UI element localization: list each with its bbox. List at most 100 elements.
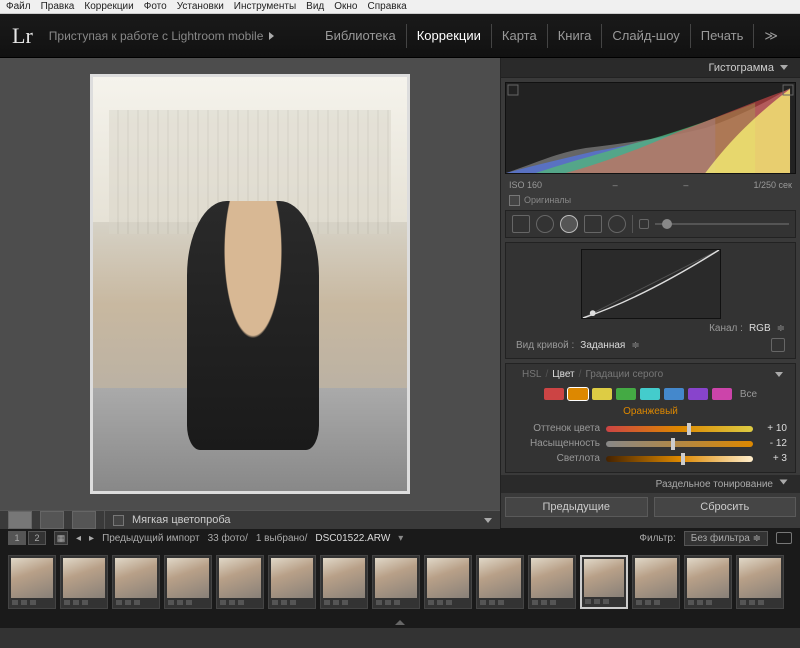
- menu-edit[interactable]: Правка: [41, 1, 75, 12]
- thumbnail[interactable]: [268, 555, 316, 609]
- photo-viewport[interactable]: [0, 58, 500, 510]
- color-swatch-0[interactable]: [544, 388, 564, 400]
- histogram-chart[interactable]: [505, 82, 796, 174]
- grid-view-icon[interactable]: ▦: [54, 531, 68, 545]
- nav-back-icon[interactable]: ◂: [76, 533, 81, 544]
- compare-button[interactable]: [72, 511, 96, 529]
- histogram-panel-header[interactable]: Гистограмма: [501, 58, 800, 78]
- slider-track[interactable]: [606, 426, 753, 432]
- filter-preset-dropdown[interactable]: Без фильтра ≑: [684, 531, 768, 546]
- color-swatch-7[interactable]: [712, 388, 732, 400]
- panel-bottom-buttons: Предыдущие Сбросить: [501, 493, 800, 521]
- previous-button[interactable]: Предыдущие: [505, 497, 648, 517]
- color-swatch-2[interactable]: [592, 388, 612, 400]
- radial-tool-icon[interactable]: [608, 215, 626, 233]
- hsl-slider-row: Светлота + 3: [514, 451, 787, 466]
- filter-lock-icon[interactable]: [776, 532, 792, 544]
- lightroom-mobile-link[interactable]: Приступая к работе с Lightroom mobile: [49, 29, 315, 43]
- monitor-2[interactable]: 2: [28, 531, 46, 545]
- split-toning-header[interactable]: Раздельное тонирование: [501, 475, 800, 493]
- develop-panels: Гистограмма ISO 160 – – 1/250 сек Оригин…: [500, 58, 800, 528]
- tonecurve-panel: Канал : RGB ≑ Вид кривой : Заданная ≑: [505, 242, 796, 359]
- thumbnail[interactable]: [736, 555, 784, 609]
- color-swatch-3[interactable]: [616, 388, 636, 400]
- menu-develop[interactable]: Коррекции: [84, 1, 133, 12]
- menu-photo[interactable]: Фото: [144, 1, 167, 12]
- thumbnail[interactable]: [216, 555, 264, 609]
- tab-color[interactable]: Цвет: [552, 369, 574, 380]
- slider-value: + 10: [759, 423, 787, 434]
- point-curve-toggle-icon[interactable]: [771, 338, 785, 352]
- softproof-checkbox[interactable]: [113, 515, 124, 526]
- current-filename: DSC01522.ARW: [315, 533, 390, 544]
- spot-tool-icon[interactable]: [536, 215, 554, 233]
- loupe-toolbar: Мягкая цветопроба: [0, 510, 500, 529]
- before-after-button[interactable]: [40, 511, 64, 529]
- hsl-slider-row: Оттенок цвета + 10: [514, 421, 787, 436]
- gradient-tool-icon[interactable]: [584, 215, 602, 233]
- menu-file[interactable]: Файл: [6, 1, 31, 12]
- thumbnail[interactable]: [632, 555, 680, 609]
- photo-count: 33 фото/: [208, 533, 248, 544]
- color-swatch-4[interactable]: [640, 388, 660, 400]
- menu-window[interactable]: Окно: [334, 1, 357, 12]
- monitor-1[interactable]: 1: [8, 531, 26, 545]
- module-more[interactable]: ≫: [753, 24, 788, 48]
- thumbnail[interactable]: [320, 555, 368, 609]
- curvetype-value[interactable]: Заданная: [580, 340, 625, 351]
- tonecurve-graph[interactable]: [581, 249, 721, 319]
- menu-settings[interactable]: Установки: [177, 1, 224, 12]
- tool-slider[interactable]: [655, 223, 789, 225]
- redeye-tool-icon[interactable]: [560, 215, 578, 233]
- hsl-tabs: HSL / Цвет / Градации серого: [518, 365, 667, 384]
- all-colors-button[interactable]: Все: [740, 389, 757, 400]
- loupe-view-button[interactable]: [8, 511, 32, 529]
- menu-help[interactable]: Справка: [368, 1, 407, 12]
- meta-shutter: 1/250 сек: [721, 180, 792, 190]
- module-slideshow[interactable]: Слайд-шоу: [601, 24, 689, 48]
- thumbnail[interactable]: [476, 555, 524, 609]
- thumbnail[interactable]: [684, 555, 732, 609]
- curvetype-label: Вид кривой :: [516, 340, 574, 351]
- thumbnail[interactable]: [528, 555, 576, 609]
- thumbnail[interactable]: [112, 555, 160, 609]
- chevron-down-icon: [780, 65, 788, 70]
- color-swatch-6[interactable]: [688, 388, 708, 400]
- thumbnail[interactable]: [424, 555, 472, 609]
- toolbar-collapse-icon[interactable]: [484, 518, 492, 523]
- brush-size-icon: [639, 219, 649, 229]
- meta-iso: ISO 160: [509, 180, 580, 190]
- module-develop[interactable]: Коррекции: [406, 24, 491, 48]
- module-library[interactable]: Библиотека: [315, 24, 406, 48]
- menu-tools[interactable]: Инструменты: [234, 1, 296, 12]
- thumbnail[interactable]: [60, 555, 108, 609]
- crop-tool-icon[interactable]: [512, 215, 530, 233]
- slider-track[interactable]: [606, 441, 753, 447]
- thumbnail[interactable]: [580, 555, 628, 609]
- module-print[interactable]: Печать: [690, 24, 754, 48]
- chevron-right-icon: [780, 480, 788, 489]
- menu-view[interactable]: Вид: [306, 1, 324, 12]
- reset-button[interactable]: Сбросить: [654, 497, 797, 517]
- filmstrip-info-bar: 1 2 ▦ ◂ ▸ Предыдущий импорт 33 фото/ 1 в…: [0, 528, 800, 548]
- module-map[interactable]: Карта: [491, 24, 547, 48]
- thumbnail[interactable]: [164, 555, 212, 609]
- originals-label: Оригиналы: [524, 195, 571, 205]
- slider-track[interactable]: [606, 456, 753, 462]
- originals-checkbox[interactable]: [509, 195, 520, 206]
- tab-bw[interactable]: Градации серого: [585, 369, 663, 380]
- thumbnail[interactable]: [372, 555, 420, 609]
- tab-hsl[interactable]: HSL: [522, 369, 541, 380]
- module-book[interactable]: Книга: [547, 24, 602, 48]
- chevron-down-icon: [775, 372, 783, 377]
- filmstrip-collapse[interactable]: [0, 616, 800, 628]
- thumbnail[interactable]: [8, 555, 56, 609]
- color-swatch-5[interactable]: [664, 388, 684, 400]
- channel-value[interactable]: RGB: [749, 323, 771, 334]
- split-toning-title: Раздельное тонирование: [656, 479, 773, 490]
- filmstrip[interactable]: [0, 548, 800, 616]
- softproof-label: Мягкая цветопроба: [132, 514, 230, 526]
- source-label[interactable]: Предыдущий импорт: [102, 533, 200, 544]
- color-swatch-1[interactable]: [568, 388, 588, 400]
- nav-fwd-icon[interactable]: ▸: [89, 533, 94, 544]
